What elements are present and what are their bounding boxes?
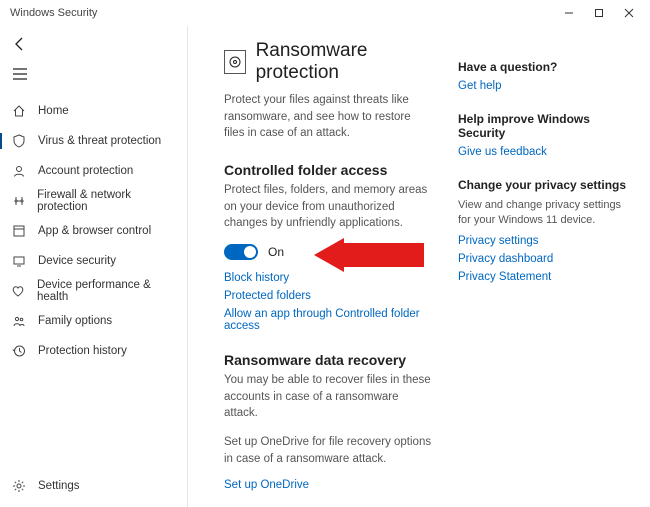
sidebar-item-virus-threat[interactable]: Virus & threat protection [0,126,187,156]
title-bar: Windows Security [0,0,650,26]
sidebar-item-label: Firewall & network protection [37,189,177,213]
cfa-title: Controlled folder access [224,162,434,178]
sidebar-item-home[interactable]: Home [0,96,187,126]
page-subtitle: Protect your files against threats like … [224,92,434,142]
link-setup-onedrive[interactable]: Set up OneDrive [224,479,434,491]
link-protected-folders[interactable]: Protected folders [224,290,434,302]
gear-icon [10,479,28,493]
link-privacy-settings[interactable]: Privacy settings [458,235,632,247]
right-question-title: Have a question? [458,60,632,74]
sidebar-item-performance[interactable]: Device performance & health [0,276,187,306]
recovery-title: Ransomware data recovery [224,352,434,368]
link-block-history[interactable]: Block history [224,272,434,284]
sidebar-item-label: Virus & threat protection [38,135,161,147]
sidebar-item-settings[interactable]: Settings [0,471,187,501]
sidebar-item-label: App & browser control [38,225,151,237]
sidebar-item-label: Account protection [38,165,133,177]
link-allow-app[interactable]: Allow an app through Controlled folder a… [224,308,434,332]
cfa-toggle-label: On [268,245,284,259]
sidebar-item-label: Device performance & health [37,279,177,303]
cfa-desc: Protect files, folders, and memory areas… [224,182,434,232]
sidebar: Home Virus & threat protection Account p… [0,26,188,507]
onedrive-desc: Set up OneDrive for file recovery option… [224,434,434,467]
maximize-button[interactable] [584,0,614,26]
family-icon [10,314,28,328]
device-security-icon [10,254,28,268]
home-icon [10,104,28,118]
right-privacy-desc: View and change privacy settings for you… [458,198,628,229]
sidebar-item-firewall[interactable]: Firewall & network protection [0,186,187,216]
annotation-arrow [314,238,424,272]
content-column: Ransomware protection Protect your files… [224,40,458,507]
right-improve-title: Help improve Windows Security [458,112,632,140]
history-icon [10,344,28,358]
main-panel: Ransomware protection Protect your files… [188,26,650,507]
recovery-desc: You may be able to recover files in thes… [224,372,434,422]
back-button[interactable] [4,30,36,58]
sidebar-item-account[interactable]: Account protection [0,156,187,186]
hamburger-button[interactable] [4,62,36,86]
sidebar-item-label: Home [38,105,69,117]
sidebar-item-label: Settings [38,480,80,492]
sidebar-item-family[interactable]: Family options [0,306,187,336]
cfa-toggle[interactable] [224,244,258,260]
sidebar-item-label: Family options [38,315,112,327]
shield-icon [10,134,28,148]
sidebar-item-history[interactable]: Protection history [0,336,187,366]
sidebar-item-device-security[interactable]: Device security [0,246,187,276]
sidebar-item-label: Protection history [38,345,127,357]
close-button[interactable] [614,0,644,26]
sidebar-item-app-browser[interactable]: App & browser control [0,216,187,246]
sidebar-item-label: Device security [38,255,116,267]
right-column: Have a question? Get help Help improve W… [458,40,632,507]
page-title: Ransomware protection [256,40,434,84]
account-icon [10,164,28,178]
ransomware-icon [224,50,246,74]
heart-icon [10,284,27,298]
link-privacy-dashboard[interactable]: Privacy dashboard [458,253,632,265]
firewall-icon [10,194,27,208]
minimize-button[interactable] [554,0,584,26]
link-privacy-statement[interactable]: Privacy Statement [458,271,632,283]
nav-list: Home Virus & threat protection Account p… [0,96,187,471]
app-browser-icon [10,224,28,238]
window-title: Windows Security [6,7,554,19]
right-privacy-title: Change your privacy settings [458,178,632,192]
link-get-help[interactable]: Get help [458,80,632,92]
link-feedback[interactable]: Give us feedback [458,146,632,158]
